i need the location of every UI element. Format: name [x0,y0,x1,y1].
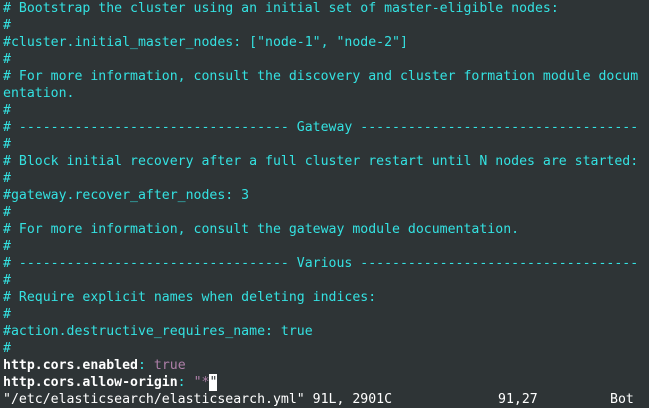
config-line: # ---------------------------------- Gat… [3,120,639,135]
setting-key: http.cors.allow-origin [3,375,178,390]
setting-value: true [153,358,186,373]
text-cursor[interactable]: " [209,374,218,391]
config-line: # ---------------------------------- Var… [3,256,639,271]
config-line: # [3,273,11,288]
config-line: #gateway.recover_after_nodes: 3 [3,188,250,203]
config-line: # For more information, consult the gate… [3,222,520,237]
config-line: # [3,239,11,254]
config-line: # [3,307,11,322]
setting-key: http.cors.enabled [3,358,138,373]
config-line: # For more information, consult the disc… [3,69,639,84]
status-file-info: "/etc/elasticsearch/elasticsearch.yml" 9… [3,392,393,407]
config-line: # [3,103,11,118]
config-line: # Bootstrap the cluster using an initial… [3,1,559,16]
config-line: # [3,341,11,356]
config-line: # Require explicit names when deleting i… [3,290,377,305]
config-line: # [3,205,11,220]
cors-enabled-line: http.cors.enabled: true [3,357,186,374]
status-line: "/etc/elasticsearch/elasticsearch.yml" 9… [0,391,649,408]
config-line: #action.destructive_requires_name: true [3,324,313,339]
setting-separator: : [137,358,154,373]
config-line: # [3,18,11,33]
config-line: # [3,52,11,67]
status-cursor-position: 91,27 [498,392,538,407]
status-scroll-position: Bot [610,392,634,407]
config-line: entation. [3,86,75,101]
config-line: # [3,137,11,152]
config-line: # [3,171,11,186]
setting-separator: : [177,375,194,390]
setting-value: "* [193,375,210,390]
config-line: #cluster.initial_master_nodes: ["node-1"… [3,35,408,50]
vim-editor[interactable]: # Bootstrap the cluster using an initial… [0,0,649,408]
config-line: # Block initial recovery after a full cl… [3,154,639,169]
cors-allow-origin-line: http.cors.allow-origin: "*" [3,374,218,391]
